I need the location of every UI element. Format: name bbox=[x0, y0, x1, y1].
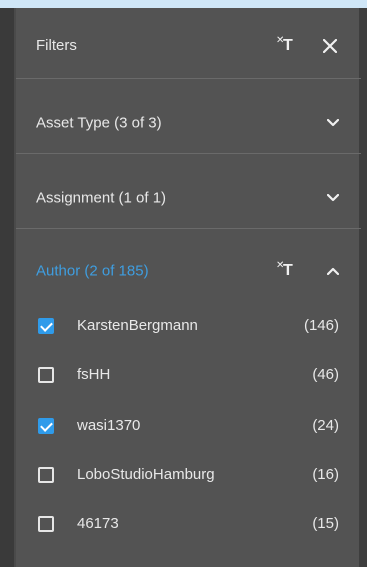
list-item[interactable]: KarstenBergmann (146) bbox=[16, 306, 361, 346]
panel-title: Filters bbox=[36, 37, 77, 54]
item-count: (16) bbox=[312, 466, 339, 483]
section-asset-type[interactable]: Asset Type (3 of 3) bbox=[16, 79, 361, 153]
list-item[interactable]: LoboStudioHamburg (16) bbox=[16, 455, 361, 495]
list-item[interactable]: fsHH (46) bbox=[16, 355, 361, 395]
item-label: LoboStudioHamburg bbox=[77, 466, 215, 483]
checkbox-checked[interactable] bbox=[38, 418, 54, 434]
list-item[interactable]: wasi1370 (24) bbox=[16, 406, 361, 446]
chevron-down-icon[interactable] bbox=[323, 113, 343, 133]
item-label: wasi1370 bbox=[77, 417, 141, 434]
item-count: (46) bbox=[312, 366, 339, 383]
page: Filters ✕ T Asset Type (3 of 3) Assignme… bbox=[0, 0, 367, 567]
item-count: (15) bbox=[312, 515, 339, 532]
checkbox[interactable] bbox=[38, 516, 54, 532]
chevron-up-icon[interactable] bbox=[323, 261, 343, 281]
checkbox-checked[interactable] bbox=[38, 318, 54, 334]
filters-panel: Filters ✕ T Asset Type (3 of 3) Assignme… bbox=[14, 8, 361, 567]
list-item[interactable]: 46173 (15) bbox=[16, 504, 361, 544]
item-label: fsHH bbox=[77, 366, 111, 383]
chevron-down-icon[interactable] bbox=[323, 188, 343, 208]
section-author[interactable]: Author (2 of 185) ✕ T bbox=[16, 229, 361, 313]
item-count: (146) bbox=[303, 317, 339, 334]
section-assignment[interactable]: Assignment (1 of 1) bbox=[16, 154, 361, 228]
filter-t-glyph: T bbox=[283, 262, 293, 279]
checkbox[interactable] bbox=[38, 467, 54, 483]
section-label: Asset Type (3 of 3) bbox=[36, 114, 162, 132]
item-count: (24) bbox=[312, 417, 339, 434]
section-label: Assignment (1 of 1) bbox=[36, 189, 167, 207]
section-label: Author (2 of 185) bbox=[36, 262, 149, 280]
clear-filter-icon[interactable]: ✕ T bbox=[273, 34, 297, 58]
close-icon[interactable] bbox=[318, 34, 342, 58]
item-label: 46173 bbox=[77, 515, 119, 532]
left-background bbox=[0, 8, 14, 567]
item-label: KarstenBergmann bbox=[77, 317, 198, 334]
filter-t-glyph: T bbox=[283, 37, 293, 54]
clear-filter-icon[interactable]: ✕ T bbox=[273, 259, 297, 283]
top-background bbox=[0, 0, 367, 8]
checkbox[interactable] bbox=[38, 367, 54, 383]
